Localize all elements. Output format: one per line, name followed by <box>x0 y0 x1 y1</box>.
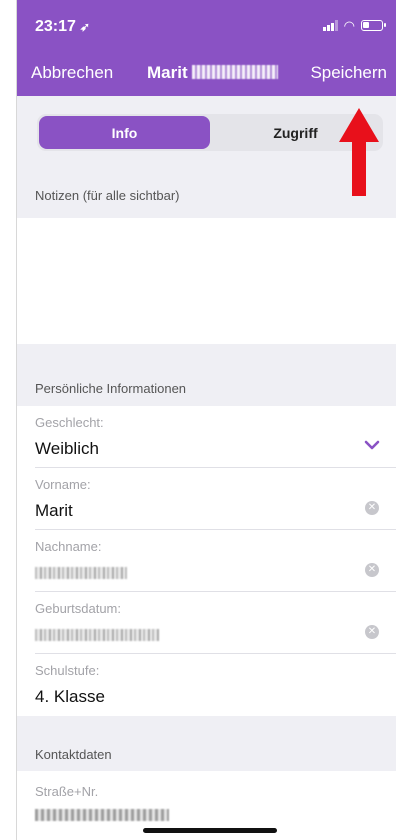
status-time-text: 23:17 <box>35 18 76 35</box>
birthdate-field[interactable]: Geburtsdatum: ✕ <box>35 592 396 654</box>
status-time: 23:17 ➶ <box>35 18 90 36</box>
segment-info[interactable]: Info <box>39 116 210 149</box>
lastname-field[interactable]: Nachname: ✕ <box>35 530 396 592</box>
gender-label: Geschlecht: <box>35 415 104 430</box>
location-arrow-icon: ➶ <box>79 20 90 34</box>
clear-icon[interactable]: ✕ <box>365 625 379 639</box>
firstname-label: Vorname: <box>35 477 91 492</box>
grade-value: 4. Klasse <box>35 687 105 706</box>
redacted-lastname <box>35 567 127 579</box>
personal-info-card: Geschlecht: Weiblich Vorname: Marit ✕ Na… <box>17 406 396 716</box>
home-indicator[interactable] <box>143 828 277 833</box>
redacted-street <box>35 809 169 821</box>
firstname-value: Marit <box>35 501 73 520</box>
annotation-arrow-icon <box>339 108 379 196</box>
nav-title-text: Marit <box>147 63 188 82</box>
firstname-field[interactable]: Vorname: Marit ✕ <box>35 468 396 530</box>
cancel-button[interactable]: Abbrechen <box>31 63 113 83</box>
segmented-control: Info Zugriff <box>37 114 383 151</box>
gender-field[interactable]: Geschlecht: Weiblich <box>35 406 396 468</box>
personal-section-label: Persönliche Informationen <box>35 381 187 396</box>
top-bar: 23:17 ➶ ◠ Abbrechen Marit Speichern <box>17 0 396 96</box>
grade-label: Schulstufe: <box>35 663 100 678</box>
app-screen: 23:17 ➶ ◠ Abbrechen Marit Speichern Info … <box>16 0 396 840</box>
notes-field[interactable] <box>17 218 396 344</box>
chevron-down-icon[interactable] <box>363 436 381 454</box>
clear-icon[interactable]: ✕ <box>365 563 379 577</box>
clear-icon[interactable]: ✕ <box>365 501 379 515</box>
redacted-birthdate <box>35 629 159 641</box>
lastname-label: Nachname: <box>35 539 102 554</box>
wifi-icon: ◠ <box>343 18 355 33</box>
contact-section-label: Kontaktdaten <box>35 747 112 762</box>
status-icons: ◠ <box>322 18 386 33</box>
save-button[interactable]: Speichern <box>310 63 387 83</box>
gender-value: Weiblich <box>35 439 99 458</box>
grade-field[interactable]: Schulstufe: 4. Klasse <box>35 654 396 716</box>
redacted-surname <box>191 65 278 79</box>
nav-title: Marit <box>147 63 278 83</box>
street-label: Straße+Nr. <box>35 784 99 799</box>
battery-icon <box>361 20 386 31</box>
birthdate-label: Geburtsdatum: <box>35 601 121 616</box>
cellular-signal-icon <box>322 20 338 31</box>
notes-section-label: Notizen (für alle sichtbar) <box>35 188 180 203</box>
